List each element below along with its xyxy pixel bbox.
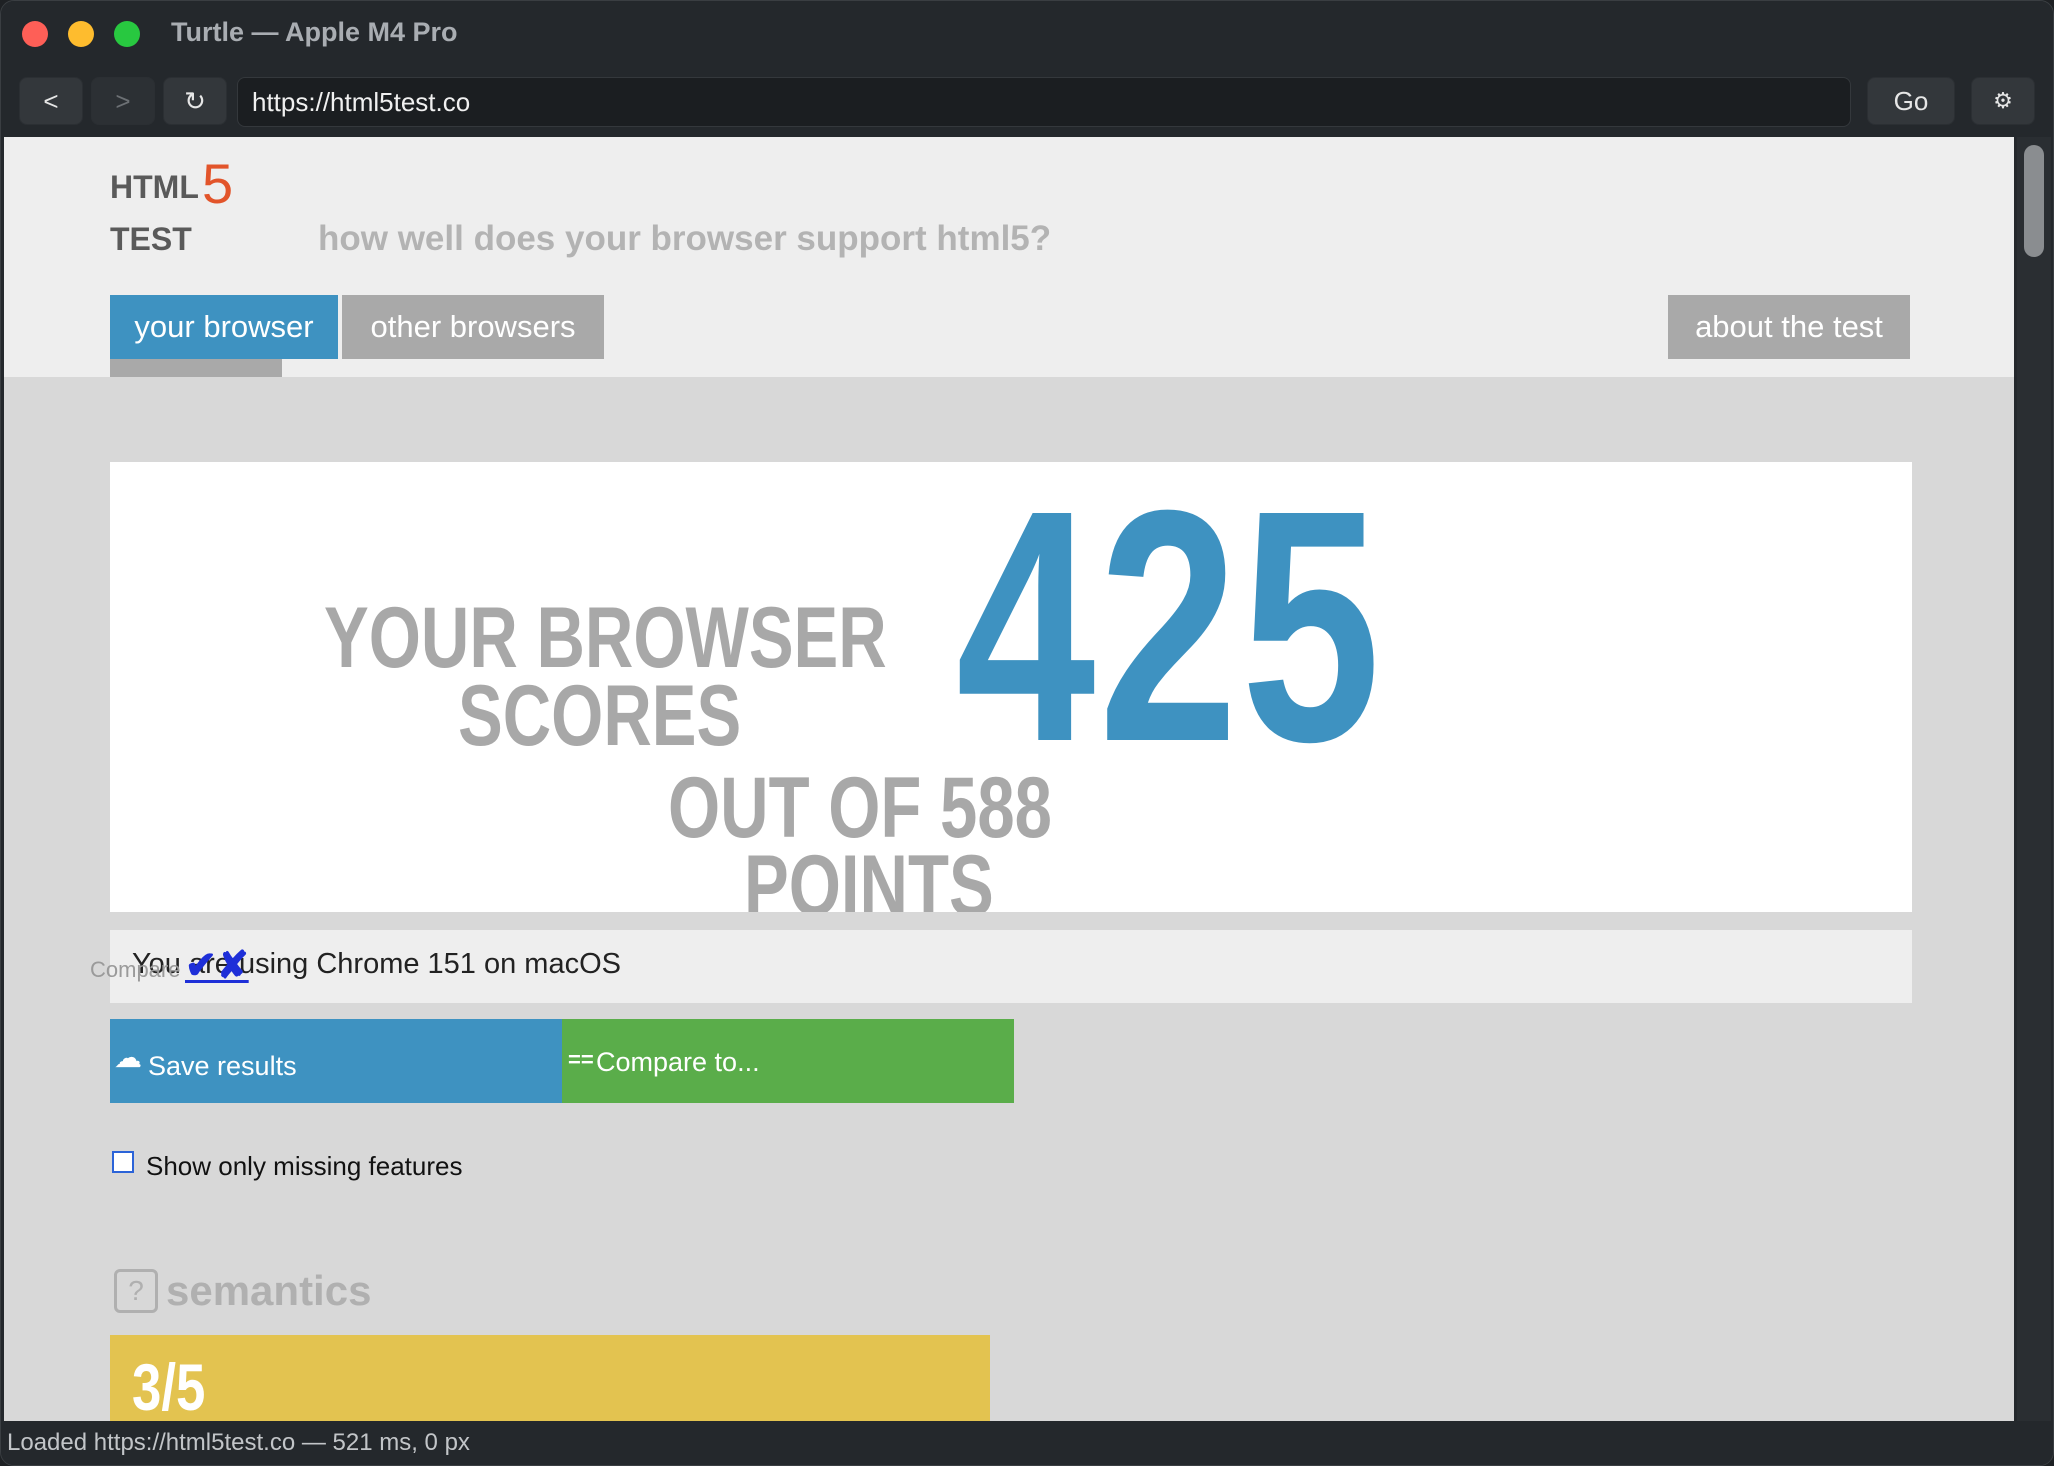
- tab-about-the-test[interactable]: about the test: [1668, 295, 1910, 359]
- site-logo[interactable]: HTML 5: [110, 152, 233, 215]
- save-results-label: Save results: [148, 1051, 297, 1081]
- title-bar: Turtle — Apple M4 Pro: [1, 1, 2053, 67]
- tab-other-browsers[interactable]: other browsers: [342, 295, 604, 359]
- scrollbar-thumb[interactable]: [2024, 145, 2044, 257]
- section-score: 3/5: [132, 1350, 206, 1421]
- logo-test-text: TEST: [110, 221, 192, 257]
- forward-button[interactable]: >: [91, 77, 155, 125]
- zoom-window-button[interactable]: [114, 21, 140, 47]
- back-button[interactable]: <: [19, 77, 83, 125]
- equals-icon: ==: [568, 1047, 594, 1072]
- page-viewport: HTML 5 TEST how well does your browser su…: [4, 137, 2014, 1421]
- tab-your-browser[interactable]: your browser: [110, 295, 338, 359]
- score-label-line2: SCORES: [458, 668, 742, 764]
- compare-ghost-text: Compare: [90, 957, 181, 982]
- settings-button[interactable]: ⚙: [1971, 77, 2035, 125]
- save-results-button[interactable]: ☁ Save results: [110, 1019, 562, 1103]
- close-window-button[interactable]: [22, 21, 48, 47]
- question-icon: ?: [114, 1269, 158, 1313]
- status-bar: Loaded https://html5test.co — 521 ms, 0 …: [1, 1421, 2053, 1465]
- browser-info-bar: You are using Chrome 151 on macOS: [110, 930, 1912, 1003]
- section-title: semantics: [166, 1267, 372, 1314]
- score-value: 425: [956, 462, 1384, 810]
- cloud-icon: ☁: [114, 1042, 142, 1073]
- tab-indicator: [110, 359, 282, 377]
- logo-five-text: 5: [202, 152, 234, 215]
- vertical-scrollbar[interactable]: [2017, 137, 2051, 1421]
- minimize-window-button[interactable]: [68, 21, 94, 47]
- compare-to-button[interactable]: == Compare to...: [562, 1019, 1014, 1103]
- compare-to-label: Compare to...: [596, 1047, 760, 1077]
- status-text: Loaded https://html5test.co — 521 ms, 0 …: [7, 1429, 470, 1456]
- browser-toolbar: < > ↻ https://html5test.co Go ⚙: [1, 67, 2053, 135]
- gear-icon: ⚙: [1993, 88, 2013, 113]
- show-missing-checkbox[interactable]: [112, 1151, 134, 1173]
- browser-window: Turtle — Apple M4 Pro < > ↻ https://html…: [0, 0, 2054, 1466]
- show-missing-label[interactable]: Show only missing features: [146, 1151, 462, 1182]
- score-panel: YOUR BROWSER SCORES OUT OF 588 POINTS 42…: [110, 462, 1912, 912]
- score-label-line4: POINTS: [744, 838, 994, 912]
- section-score-bar[interactable]: 3/5: [110, 1335, 990, 1421]
- reload-button[interactable]: ↻: [163, 77, 227, 125]
- address-bar[interactable]: https://html5test.co: [237, 77, 1851, 127]
- go-button[interactable]: Go: [1867, 77, 1955, 125]
- reload-icon: ↻: [184, 85, 206, 116]
- logo-html-text: HTML: [110, 169, 199, 205]
- site-tagline: how well does your browser support html5…: [318, 219, 1052, 258]
- check-cross-icon[interactable]: ✔✘: [185, 943, 249, 988]
- site-header: HTML 5 TEST how well does your browser su…: [4, 137, 2014, 377]
- window-title: Turtle — Apple M4 Pro: [171, 17, 458, 47]
- score-label-line1: YOUR BROWSER: [324, 590, 887, 686]
